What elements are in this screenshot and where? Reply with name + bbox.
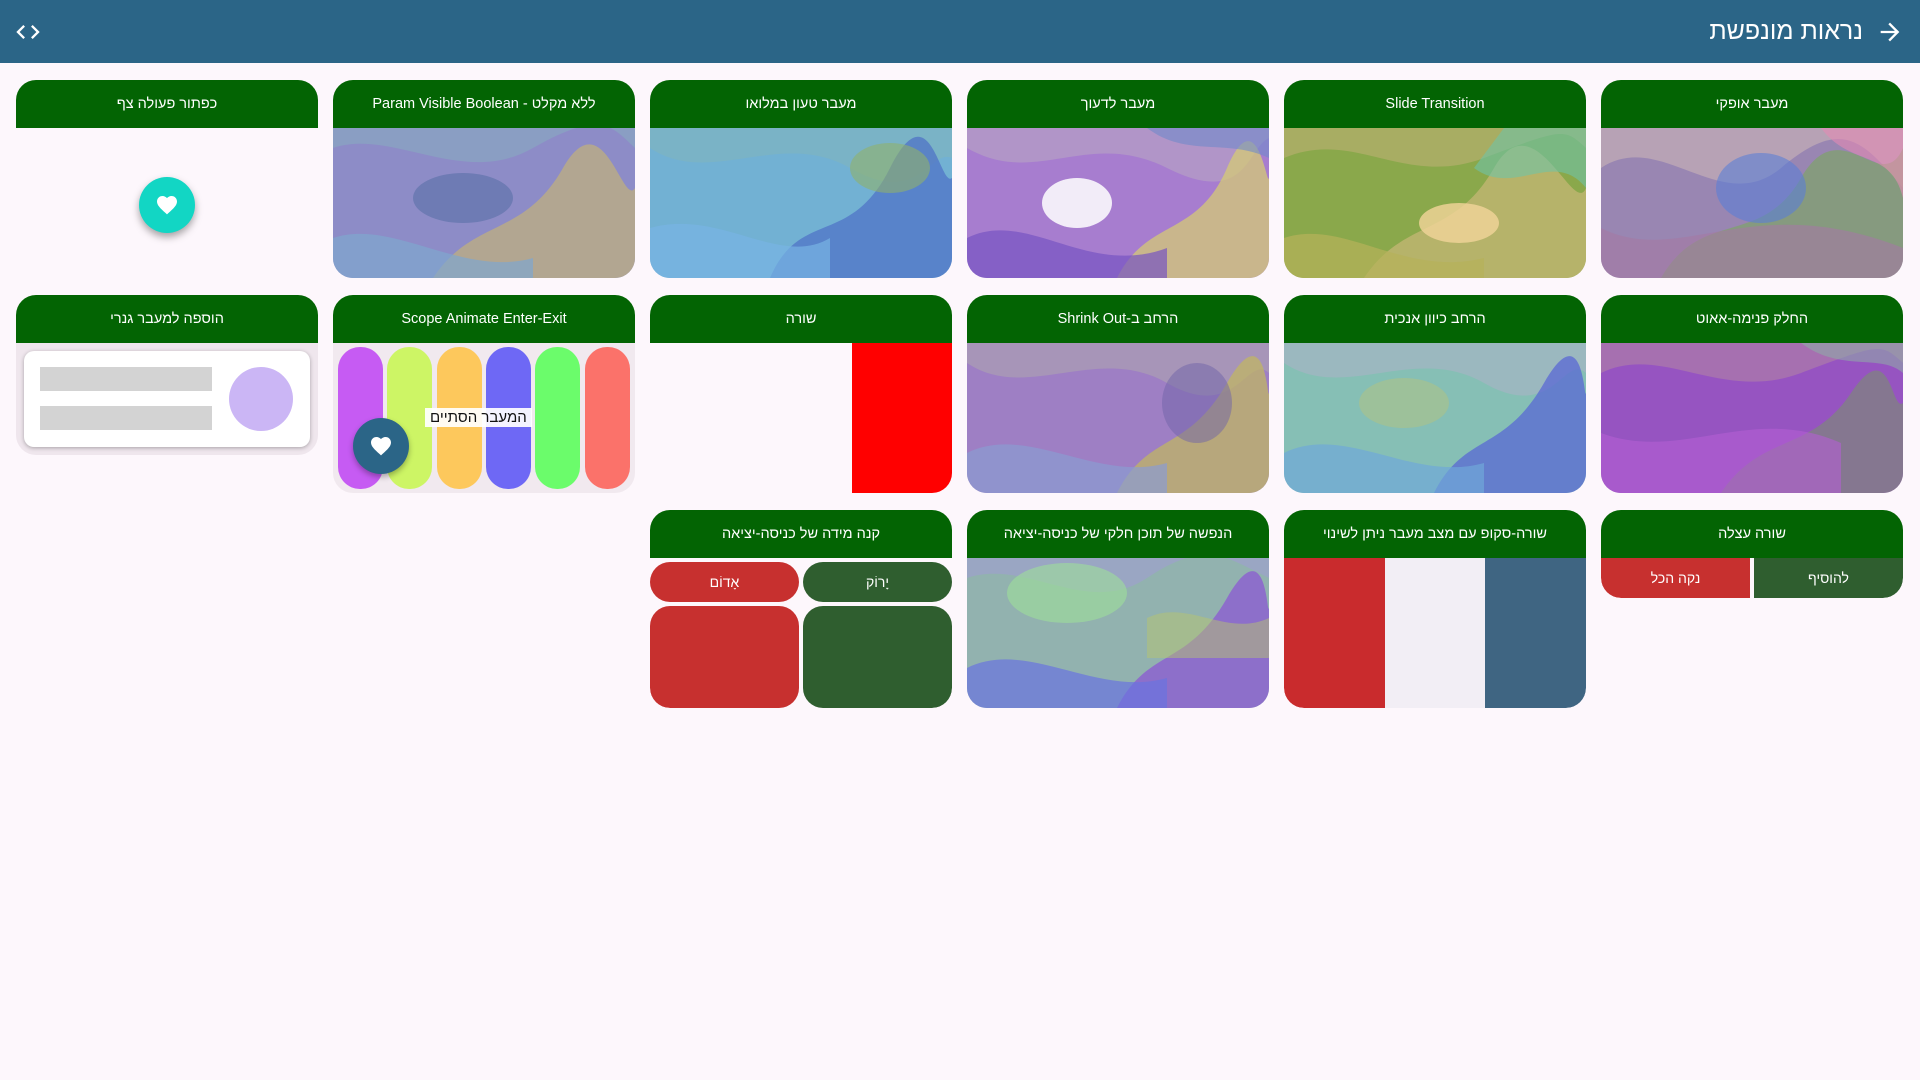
card-row[interactable]: שורה xyxy=(650,295,952,493)
clear-all-button[interactable]: נקה הכל xyxy=(1601,558,1750,598)
green-button[interactable]: יָרוֹק xyxy=(803,562,952,602)
avatar xyxy=(229,367,293,431)
floating-action-button[interactable] xyxy=(353,418,409,474)
animated-background-image xyxy=(1601,128,1903,278)
card-partial-content[interactable]: הנפשה של תוכן חלקי של כניסה-יציאה xyxy=(967,510,1269,708)
card-body xyxy=(16,128,318,278)
card-slide-in-out[interactable]: החלק פנימה-אאוט xyxy=(1601,295,1903,493)
card-fully-loaded-transition[interactable]: מעבר טעון במלואו xyxy=(650,80,952,278)
red-panel xyxy=(1284,558,1385,708)
card-slide-transition[interactable]: Slide Transition xyxy=(1284,80,1586,278)
placeholder-line xyxy=(40,367,212,391)
color-pill xyxy=(535,347,580,489)
red-button[interactable]: אָדוֹם xyxy=(650,562,799,602)
animated-background-image xyxy=(967,343,1269,493)
button-row: נקה הכל להוסיף xyxy=(1601,558,1903,598)
heart-icon xyxy=(157,196,177,215)
transition-finished-label: המעבר הסתיים xyxy=(425,408,532,427)
animated-background-image xyxy=(1284,128,1586,278)
animated-background-image xyxy=(967,128,1269,278)
card-body: אָדוֹם יָרוֹק xyxy=(650,558,952,708)
card-title: מעבר לדעוך xyxy=(967,80,1269,128)
card-title: שורה עצלה xyxy=(1601,510,1903,558)
card-title: הרחב כיוון אנכית xyxy=(1284,295,1586,343)
card-body: המעבר הסתיים xyxy=(333,343,635,493)
card-title: כפתור פעולה צף xyxy=(16,80,318,128)
animated-background-image xyxy=(650,128,952,278)
app-bar: נראות מונפשת xyxy=(0,0,1920,63)
card-fade-transition[interactable]: מעבר לדעוך xyxy=(967,80,1269,278)
animated-background-image xyxy=(967,558,1269,708)
list-item-card[interactable] xyxy=(24,351,310,447)
page-title: נראות מונפשת xyxy=(1709,17,1863,45)
card-scale-enter-exit[interactable]: קנה מידה של כניסה-יציאה אָדוֹם יָרוֹק xyxy=(650,510,952,708)
card-horizontal-transition[interactable]: מעבר אופקי xyxy=(1601,80,1903,278)
card-shrink-out[interactable]: הרחב ב-Shrink Out xyxy=(967,295,1269,493)
add-button[interactable]: להוסיף xyxy=(1754,558,1903,598)
card-shared-transition[interactable]: הוספה למעבר גנרי xyxy=(16,295,318,455)
card-title: הנפשה של תוכן חלקי של כניסה-יציאה xyxy=(967,510,1269,558)
card-title: קנה מידה של כניסה-יציאה xyxy=(650,510,952,558)
card-body xyxy=(16,343,318,455)
card-floating-action-button[interactable]: כפתור פעולה צף xyxy=(16,80,318,278)
color-pill xyxy=(585,347,630,489)
card-row-scope-mutable[interactable]: שורה-סקופ עם מצב מעבר ניתן לשינוי xyxy=(1284,510,1586,708)
placeholder-line xyxy=(40,406,212,430)
animated-background-image xyxy=(1284,343,1586,493)
animated-background-image xyxy=(333,128,635,278)
card-param-visible-boolean[interactable]: ללא מקלט - Param Visible Boolean xyxy=(333,80,635,278)
card-body xyxy=(650,343,952,493)
floating-action-button[interactable] xyxy=(139,177,195,233)
card-title: שורה xyxy=(650,295,952,343)
blue-panel xyxy=(1485,558,1586,708)
card-expand-vertical[interactable]: הרחב כיוון אנכית xyxy=(1284,295,1586,493)
card-title: הוספה למעבר גנרי xyxy=(16,295,318,343)
white-panel xyxy=(1384,558,1486,708)
animated-background-image xyxy=(1601,343,1903,493)
heart-icon xyxy=(371,437,391,456)
red-box xyxy=(650,606,799,708)
card-title: מעבר אופקי xyxy=(1601,80,1903,128)
card-lazy-row[interactable]: שורה עצלה נקה הכל להוסיף xyxy=(1601,510,1903,598)
green-box xyxy=(803,606,952,708)
card-scope-animate[interactable]: Scope Animate Enter-Exit המעבר הסתיים xyxy=(333,295,635,493)
card-title: החלק פנימה-אאוט xyxy=(1601,295,1903,343)
card-body xyxy=(1284,558,1586,708)
card-title: הרחב ב-Shrink Out xyxy=(967,295,1269,343)
card-title: Scope Animate Enter-Exit xyxy=(333,295,635,343)
card-title: Slide Transition xyxy=(1284,80,1586,128)
card-title: מעבר טעון במלואו xyxy=(650,80,952,128)
card-title: ללא מקלט - Param Visible Boolean xyxy=(333,80,635,128)
card-title: שורה-סקופ עם מצב מעבר ניתן לשינוי xyxy=(1284,510,1586,558)
arrow-forward-icon[interactable] xyxy=(1876,18,1904,46)
code-icon[interactable] xyxy=(14,18,42,46)
red-box xyxy=(852,343,952,493)
